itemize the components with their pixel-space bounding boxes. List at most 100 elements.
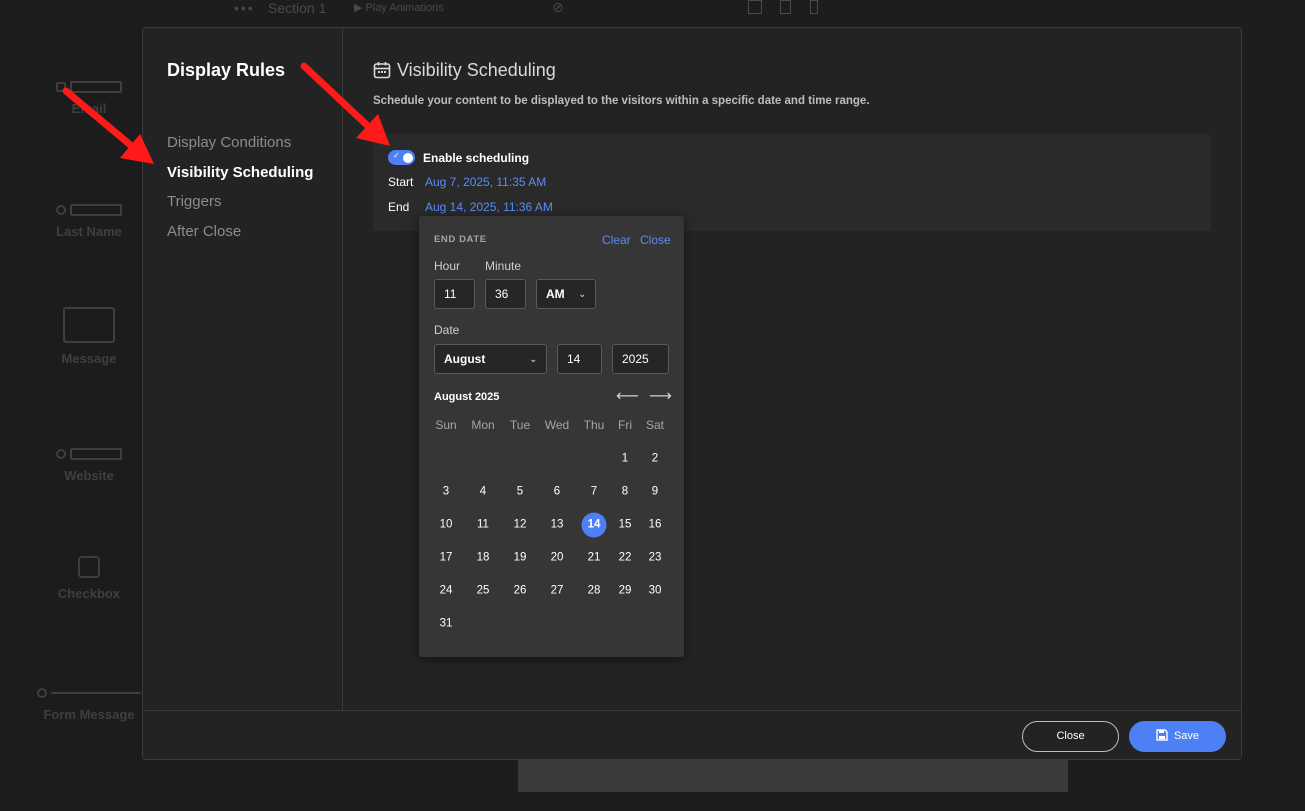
calendar-day[interactable]: 1 [613, 447, 638, 472]
save-button[interactable]: Save [1129, 721, 1226, 752]
save-label: Save [1173, 730, 1200, 742]
line-icon [51, 691, 141, 694]
desktop-icon [748, 0, 762, 14]
calendar-day[interactable]: 13 [545, 513, 570, 538]
check-icon: ✓ [393, 151, 400, 160]
calendar-day[interactable]: 25 [471, 579, 496, 604]
calendar-day[interactable]: 30 [643, 579, 668, 604]
field-last-name-label: Last Name [56, 224, 122, 239]
calendar-day[interactable]: 17 [434, 546, 459, 571]
textarea-icon [63, 307, 115, 343]
arrow-left-icon: ⟵ [616, 388, 639, 405]
section-title-text: Visibility Scheduling [397, 60, 556, 80]
date-label: Date [434, 323, 460, 337]
hide-eye-icon: ⊘ [552, 0, 564, 15]
calendar-day[interactable]: 21 [582, 546, 607, 571]
calendar-icon [373, 62, 391, 79]
play-animations-label: Play Animations [365, 2, 444, 14]
section-title: Visibility Scheduling [373, 60, 556, 81]
chevron-down-icon: ⌄ [578, 289, 586, 299]
ampm-select[interactable]: AM ⌄ [536, 279, 596, 309]
month-select[interactable]: August ⌄ [434, 344, 547, 374]
section-label: Section 1 [268, 0, 327, 16]
input-shape-icon [70, 447, 122, 460]
nav-after-close[interactable]: After Close [167, 221, 313, 251]
calendar-day[interactable]: 29 [613, 579, 638, 604]
calendar-day[interactable]: 5 [508, 480, 533, 505]
editor-topbar: ••• Section 1 ▶ Play Animations ⊘ [200, 0, 1100, 18]
picker-close-link[interactable]: Close [640, 233, 671, 247]
globe-icon [56, 448, 66, 459]
calendar-day[interactable]: 24 [434, 579, 459, 604]
calendar-day[interactable]: 3 [434, 480, 459, 505]
calendar-day[interactable]: 27 [545, 579, 570, 604]
end-date-link[interactable]: Aug 14, 2025, 11:36 AM [425, 200, 553, 214]
weekday-header: Fri [618, 418, 632, 432]
field-message-label: Message [61, 351, 117, 366]
calendar-day[interactable]: 4 [471, 480, 496, 505]
tablet-icon [780, 0, 791, 14]
ampm-value: AM [546, 287, 565, 301]
section-description: Schedule your content to be displayed to… [373, 95, 870, 107]
weekday-header: Wed [544, 418, 570, 432]
calendar-day[interactable]: 22 [613, 546, 638, 571]
calendar-day-selected[interactable]: 14 [581, 512, 607, 538]
calendar-day[interactable]: 31 [434, 612, 459, 637]
calendar-day[interactable]: 18 [471, 546, 496, 571]
calendar-day[interactable]: 23 [643, 546, 668, 571]
calendar-day[interactable]: 12 [508, 513, 533, 538]
mobile-icon [810, 0, 818, 14]
calendar-day[interactable]: 26 [508, 579, 533, 604]
calendar-day[interactable]: 10 [434, 513, 459, 538]
drag-handle-icon: ••• [234, 0, 255, 16]
editor-canvas-strip [518, 760, 1068, 792]
nav-triggers[interactable]: Triggers [167, 191, 313, 221]
nav-display-conditions[interactable]: Display Conditions [167, 132, 313, 162]
check-circle-icon [37, 687, 47, 698]
field-email-label: Email [71, 101, 107, 116]
calendar-day[interactable]: 6 [545, 480, 570, 505]
next-month-button[interactable]: ⟶ [649, 386, 672, 406]
calendar-day[interactable]: 2 [643, 447, 668, 472]
calendar-day[interactable]: 7 [582, 480, 607, 505]
weekday-header: Thu [583, 418, 605, 432]
calendar-day[interactable]: 9 [643, 480, 668, 505]
close-button[interactable]: Close [1022, 721, 1119, 752]
calendar-month-title: August 2025 [434, 391, 500, 403]
calendar-day[interactable]: 28 [582, 579, 607, 604]
field-form-message-label: Form Message [43, 707, 135, 722]
weekday-header: Sun [435, 418, 457, 432]
minute-input[interactable]: 36 [485, 279, 526, 309]
play-animations-button: ▶ Play Animations [354, 2, 444, 14]
end-date-picker: END DATE Clear Close Hour Minute 11 36 A… [419, 216, 684, 657]
field-checkbox-label: Checkbox [57, 586, 121, 601]
calendar-day[interactable]: 16 [643, 513, 668, 538]
weekday-header: Sat [645, 418, 665, 432]
save-icon [1156, 729, 1168, 741]
toggle-knob [403, 152, 413, 163]
year-input[interactable]: 2025 [612, 344, 669, 374]
start-label: Start [388, 175, 414, 189]
editor-field-sidebar: Email Last Name Message Website Checkbox… [0, 0, 143, 811]
rules-nav: Display Conditions Visibility Scheduling… [167, 132, 313, 250]
nav-visibility-scheduling[interactable]: Visibility Scheduling [167, 162, 313, 192]
prev-month-button[interactable]: ⟵ [616, 386, 639, 406]
start-date-link[interactable]: Aug 7, 2025, 11:35 AM [425, 175, 546, 189]
calendar-day[interactable]: 11 [471, 513, 496, 538]
modal-sidebar: Display Rules Display Conditions Visibil… [143, 28, 343, 710]
calendar-day[interactable]: 8 [613, 480, 638, 505]
enable-scheduling-toggle[interactable]: ✓ [388, 150, 415, 165]
chevron-down-icon: ⌄ [529, 354, 537, 364]
end-label: End [388, 200, 410, 214]
hour-input[interactable]: 11 [434, 279, 475, 309]
weekday-header: Mon [471, 418, 495, 432]
calendar-day[interactable]: 19 [508, 546, 533, 571]
display-rules-modal: Display Rules Display Conditions Visibil… [142, 27, 1242, 760]
modal-title: Display Rules [167, 60, 286, 80]
calendar-day[interactable]: 15 [613, 513, 638, 538]
user-icon [56, 204, 66, 215]
picker-clear-link[interactable]: Clear [602, 233, 631, 247]
day-input[interactable]: 14 [557, 344, 602, 374]
envelope-icon [56, 81, 66, 92]
calendar-day[interactable]: 20 [545, 546, 570, 571]
